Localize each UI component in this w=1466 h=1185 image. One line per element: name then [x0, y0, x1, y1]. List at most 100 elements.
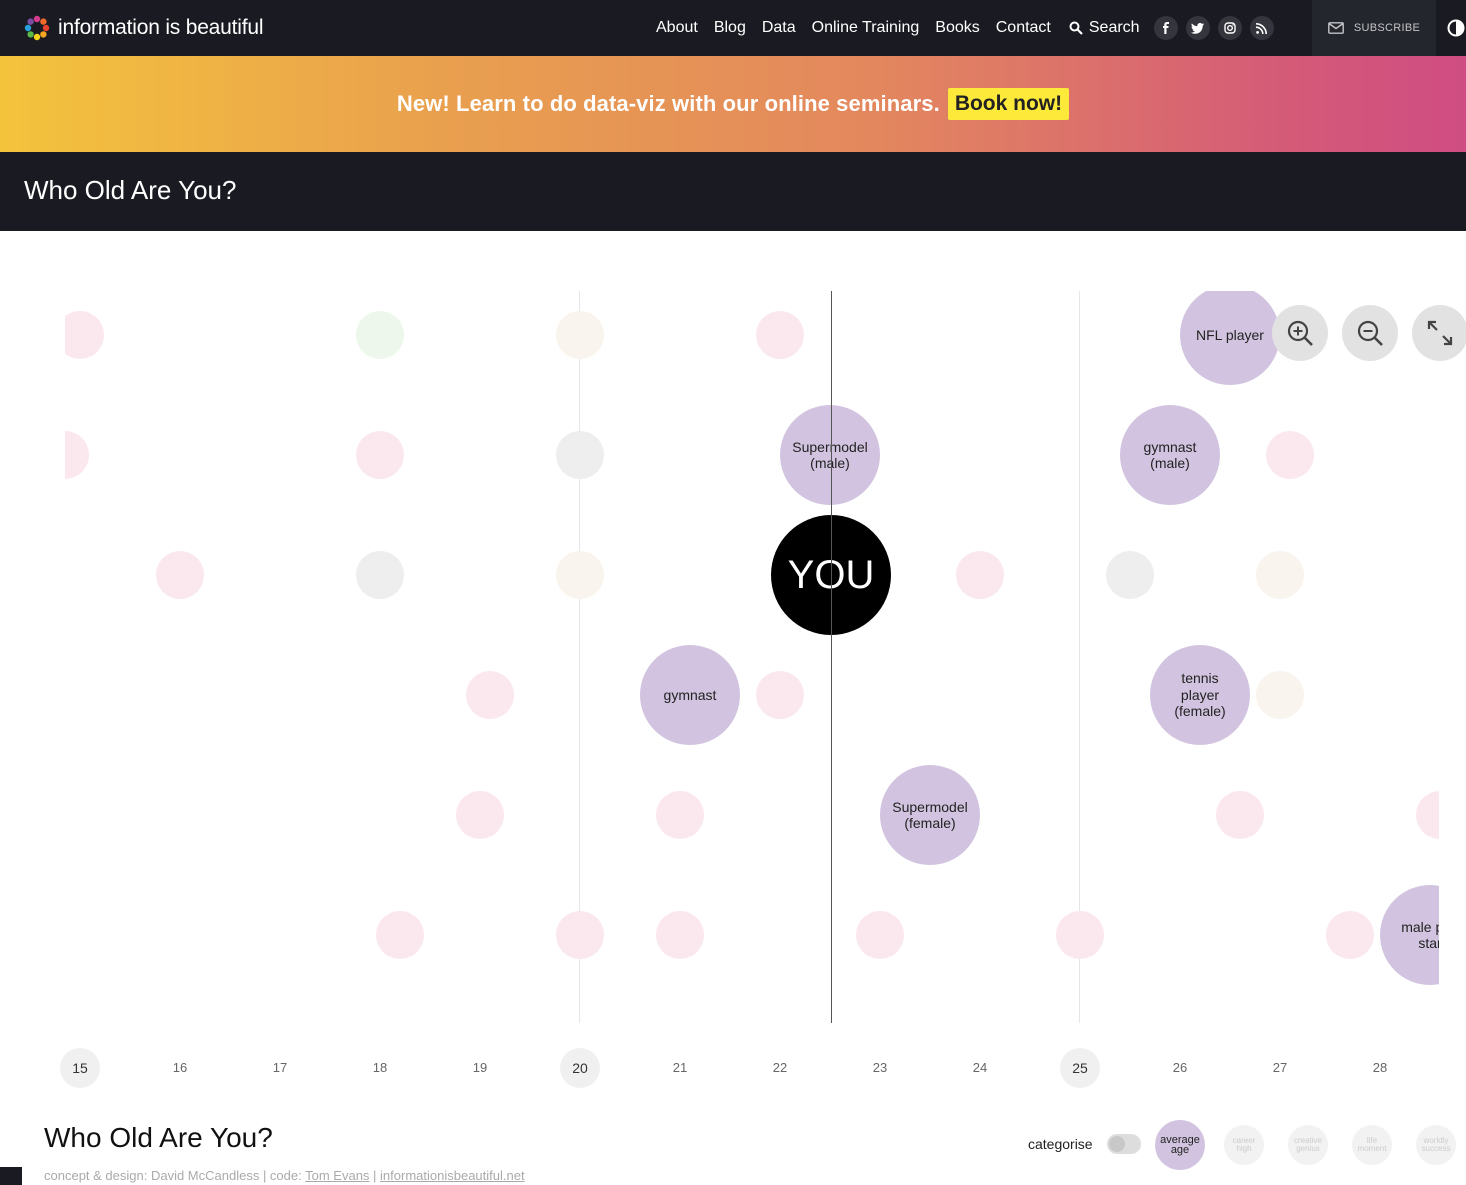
- search-button[interactable]: Search: [1069, 19, 1140, 37]
- age-bubble[interactable]: gymnast: [640, 645, 740, 745]
- faint-bubble[interactable]: [656, 791, 704, 839]
- faint-bubble[interactable]: [456, 791, 504, 839]
- faint-bubble[interactable]: [756, 671, 804, 719]
- site-logo[interactable]: information is beautiful: [24, 12, 264, 44]
- x-tick-label: 28: [1372, 1060, 1388, 1075]
- faint-bubble[interactable]: [656, 911, 704, 959]
- search-icon: [1069, 21, 1083, 35]
- age-bubble-label: male pop star: [1401, 918, 1439, 952]
- credit-prefix: concept & design: David McCandless | cod…: [44, 1168, 306, 1183]
- age-bubble[interactable]: Supermodel (male): [780, 405, 880, 505]
- category-creative-genius[interactable]: creative genius: [1288, 1125, 1328, 1165]
- faint-bubble[interactable]: [556, 431, 604, 479]
- faint-bubble[interactable]: [756, 311, 804, 359]
- faint-bubble[interactable]: [356, 551, 404, 599]
- zoom-out-button[interactable]: [1342, 305, 1398, 361]
- category-career-high[interactable]: career high: [1224, 1125, 1264, 1165]
- social-links: [1153, 16, 1282, 40]
- rss-icon[interactable]: [1249, 16, 1274, 40]
- x-tick-label: 21: [672, 1060, 688, 1075]
- age-bubble[interactable]: tennis player (female): [1150, 645, 1250, 745]
- faint-bubble[interactable]: [1326, 911, 1374, 959]
- book-now-button[interactable]: Book now!: [947, 88, 1070, 120]
- zoom-in-icon: [1287, 320, 1313, 346]
- x-tick-label: 20: [560, 1048, 600, 1088]
- bubble-plot: NFL player Supermodel (male) gymnast (male…: [65, 291, 1439, 1101]
- faint-bubble[interactable]: [156, 551, 204, 599]
- age-bubble[interactable]: gymnast (male): [1120, 405, 1220, 505]
- faint-bubble[interactable]: [356, 311, 404, 359]
- category-life-moment[interactable]: life moment: [1352, 1125, 1392, 1165]
- contrast-toggle-icon[interactable]: [1446, 18, 1466, 38]
- faint-bubble[interactable]: [556, 911, 604, 959]
- credit-site-link[interactable]: informationisbeautiful.net: [380, 1168, 525, 1183]
- faint-bubble[interactable]: [1416, 791, 1439, 839]
- x-tick-label: 19: [472, 1060, 488, 1075]
- nav-link-books[interactable]: Books: [935, 19, 979, 37]
- faint-bubble[interactable]: [556, 311, 604, 359]
- x-tick-label: 26: [1172, 1060, 1188, 1075]
- age-chart[interactable]: NFL player Supermodel (male) gymnast (male…: [0, 231, 1466, 1101]
- nav-links: About Blog Data Online Training Books Co…: [656, 0, 1282, 56]
- facebook-icon[interactable]: [1153, 16, 1178, 40]
- age-bubble[interactable]: NFL player: [1180, 291, 1280, 385]
- x-tick-label: 15: [60, 1048, 100, 1088]
- page-title: Who Old Are You?: [24, 175, 237, 205]
- x-tick-label: 17: [272, 1060, 288, 1075]
- faint-bubble[interactable]: [466, 671, 514, 719]
- age-bubble-label: tennis player (female): [1174, 670, 1226, 720]
- credit-separator: |: [369, 1168, 381, 1183]
- age-bubble[interactable]: male pop star: [1380, 885, 1439, 985]
- nav-link-blog[interactable]: Blog: [714, 19, 746, 37]
- zoom-in-button[interactable]: [1272, 305, 1328, 361]
- faint-bubble[interactable]: [556, 551, 604, 599]
- x-tick-label: 18: [372, 1060, 388, 1075]
- footer-title: Who Old Are You?: [44, 1122, 273, 1153]
- nav-link-about[interactable]: About: [656, 19, 698, 37]
- nav-link-data[interactable]: Data: [762, 19, 796, 37]
- credit-code-link[interactable]: Tom Evans: [305, 1168, 369, 1183]
- age-bubble-label: NFL player: [1196, 326, 1264, 343]
- expand-icon: [1427, 320, 1453, 346]
- age-bubble-label: gymnast (male): [1143, 438, 1197, 472]
- faint-bubble[interactable]: [376, 911, 424, 959]
- faint-bubble[interactable]: [1106, 551, 1154, 599]
- faint-bubble[interactable]: [1266, 431, 1314, 479]
- faint-bubble[interactable]: [1056, 911, 1104, 959]
- logo-icon: [24, 15, 50, 41]
- faint-bubble[interactable]: [65, 311, 104, 359]
- categorise-toggle[interactable]: [1107, 1134, 1141, 1154]
- nav-link-contact[interactable]: Contact: [996, 19, 1051, 37]
- twitter-icon[interactable]: [1185, 16, 1210, 40]
- category-worldly-success[interactable]: worldly success: [1416, 1125, 1456, 1165]
- subscribe-button[interactable]: SUBSCRIBE: [1312, 0, 1436, 56]
- category-average-age[interactable]: average age: [1155, 1120, 1205, 1170]
- subscribe-label: SUBSCRIBE: [1353, 22, 1421, 34]
- search-label: Search: [1088, 19, 1140, 36]
- instagram-icon[interactable]: [1217, 16, 1242, 40]
- faint-bubble[interactable]: [856, 911, 904, 959]
- logo-text: information is beautiful: [58, 16, 264, 39]
- fullscreen-button[interactable]: [1412, 305, 1466, 361]
- age-bubble[interactable]: Supermodel (female): [880, 765, 980, 865]
- age-bubble-label: Supermodel (female): [892, 798, 968, 832]
- toggle-knob: [1109, 1136, 1125, 1152]
- x-tick-label: 24: [972, 1060, 988, 1075]
- nav-link-online-training[interactable]: Online Training: [812, 19, 920, 37]
- x-tick-label: 23: [872, 1060, 888, 1075]
- corner-mark: [0, 1167, 22, 1185]
- faint-bubble[interactable]: [1216, 791, 1264, 839]
- zoom-out-icon: [1357, 320, 1383, 346]
- credits: concept & design: David McCandless | cod…: [44, 1168, 525, 1183]
- faint-bubble[interactable]: [65, 431, 89, 479]
- x-tick-label: 25: [1060, 1048, 1100, 1088]
- faint-bubble[interactable]: [1256, 551, 1304, 599]
- faint-bubble[interactable]: [356, 431, 404, 479]
- categorise-label: categorise: [1028, 1136, 1093, 1152]
- you-age-line: [831, 291, 832, 1023]
- mail-icon: [1327, 22, 1344, 34]
- faint-bubble[interactable]: [1256, 671, 1304, 719]
- promo-banner: New! Learn to do data-viz with our onlin…: [0, 56, 1466, 152]
- faint-bubble[interactable]: [956, 551, 1004, 599]
- age-bubble-label: Supermodel (male): [792, 438, 868, 472]
